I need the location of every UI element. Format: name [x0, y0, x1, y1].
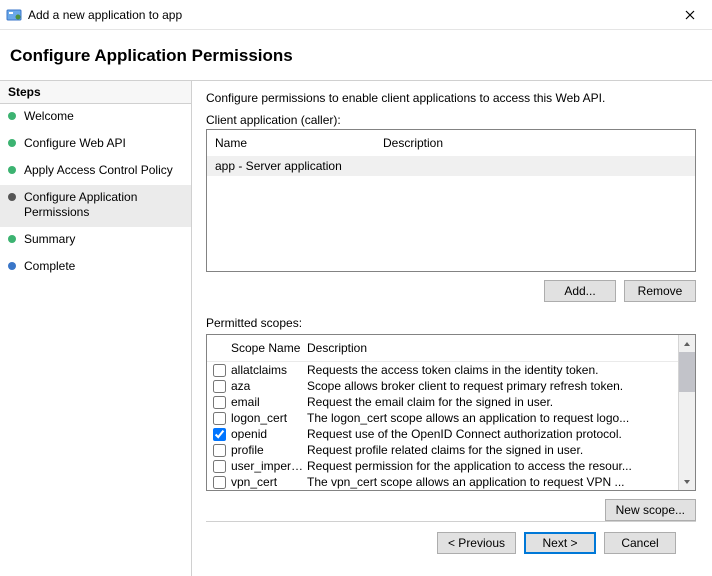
scope-desc: The vpn_cert scope allows an application…: [307, 475, 672, 489]
scope-checkbox[interactable]: [213, 444, 226, 457]
scope-name: aza: [231, 379, 307, 393]
scope-row[interactable]: allatclaimsRequests the access token cla…: [207, 362, 678, 378]
client-columns: Name Description: [207, 130, 695, 156]
step-summary[interactable]: Summary: [0, 227, 191, 254]
scope-desc: Request the email claim for the signed i…: [307, 395, 672, 409]
scope-name: allatclaims: [231, 363, 307, 377]
scope-checkbox[interactable]: [213, 364, 226, 377]
new-scope-button[interactable]: New scope...: [605, 499, 696, 521]
page-heading: Configure Application Permissions: [0, 30, 712, 80]
scope-name: user_imperso...: [231, 459, 307, 473]
scope-row[interactable]: profileRequest profile related claims fo…: [207, 442, 678, 458]
client-app-label: Client application (caller):: [206, 113, 696, 127]
scope-row[interactable]: azaScope allows broker client to request…: [207, 378, 678, 394]
wizard-buttons: < Previous Next > Cancel: [206, 521, 696, 566]
scroll-up-icon[interactable]: [679, 335, 695, 352]
col-desc: Description: [383, 136, 687, 150]
scope-checkbox[interactable]: [213, 412, 226, 425]
scope-checkbox[interactable]: [213, 428, 226, 441]
client-name: app - Server application: [215, 159, 383, 173]
scope-checkbox[interactable]: [213, 476, 226, 489]
app-icon: [6, 7, 22, 23]
scope-checkbox[interactable]: [213, 460, 226, 473]
scope-name: email: [231, 395, 307, 409]
step-configure-permissions[interactable]: Configure Application Permissions: [0, 185, 191, 227]
scope-row[interactable]: emailRequest the email claim for the sig…: [207, 394, 678, 410]
permitted-scopes-label: Permitted scopes:: [206, 316, 696, 330]
scopes-list: Scope Name Description allatclaimsReques…: [206, 334, 696, 491]
col-scope-name: Scope Name: [231, 341, 307, 355]
next-button[interactable]: Next >: [524, 532, 596, 554]
bullet-icon: [8, 139, 16, 147]
add-button[interactable]: Add...: [544, 280, 616, 302]
scope-desc: Request use of the OpenID Connect author…: [307, 427, 672, 441]
col-scope-desc: Description: [307, 341, 672, 355]
scope-row[interactable]: logon_certThe logon_cert scope allows an…: [207, 410, 678, 426]
scope-row[interactable]: user_imperso...Request permission for th…: [207, 458, 678, 474]
scroll-down-icon[interactable]: [679, 473, 695, 490]
scope-checkbox[interactable]: [213, 396, 226, 409]
steps-header: Steps: [0, 81, 191, 104]
scope-name: vpn_cert: [231, 475, 307, 489]
step-welcome[interactable]: Welcome: [0, 104, 191, 131]
step-complete[interactable]: Complete: [0, 254, 191, 281]
scope-name: openid: [231, 427, 307, 441]
bullet-icon: [8, 112, 16, 120]
scope-checkbox[interactable]: [213, 380, 226, 393]
scope-row[interactable]: openidRequest use of the OpenID Connect …: [207, 426, 678, 442]
scope-desc: The logon_cert scope allows an applicati…: [307, 411, 672, 425]
scrollbar[interactable]: [678, 335, 695, 490]
steps-sidebar: Steps Welcome Configure Web API Apply Ac…: [0, 80, 192, 576]
bullet-icon: [8, 262, 16, 270]
bullet-icon: [8, 193, 16, 201]
step-configure-web-api[interactable]: Configure Web API: [0, 131, 191, 158]
intro-text: Configure permissions to enable client a…: [206, 91, 696, 105]
title-bar: Add a new application to app: [0, 0, 712, 30]
bullet-icon: [8, 166, 16, 174]
scope-desc: Scope allows broker client to request pr…: [307, 379, 672, 393]
cancel-button[interactable]: Cancel: [604, 532, 676, 554]
scope-desc: Requests the access token claims in the …: [307, 363, 672, 377]
scope-row[interactable]: vpn_certThe vpn_cert scope allows an app…: [207, 474, 678, 490]
col-name: Name: [215, 136, 383, 150]
scope-name: profile: [231, 443, 307, 457]
previous-button[interactable]: < Previous: [437, 532, 516, 554]
scroll-thumb[interactable]: [679, 352, 695, 392]
scope-name: logon_cert: [231, 411, 307, 425]
scopes-columns: Scope Name Description: [207, 335, 678, 362]
main-panel: Configure permissions to enable client a…: [192, 80, 712, 576]
step-access-control[interactable]: Apply Access Control Policy: [0, 158, 191, 185]
scope-desc: Request profile related claims for the s…: [307, 443, 672, 457]
window-title: Add a new application to app: [28, 8, 674, 22]
client-row[interactable]: app - Server application: [207, 156, 695, 176]
remove-button[interactable]: Remove: [624, 280, 696, 302]
scope-desc: Request permission for the application t…: [307, 459, 672, 473]
close-button[interactable]: [674, 1, 706, 29]
client-list: Name Description app - Server applicatio…: [206, 129, 696, 272]
bullet-icon: [8, 235, 16, 243]
